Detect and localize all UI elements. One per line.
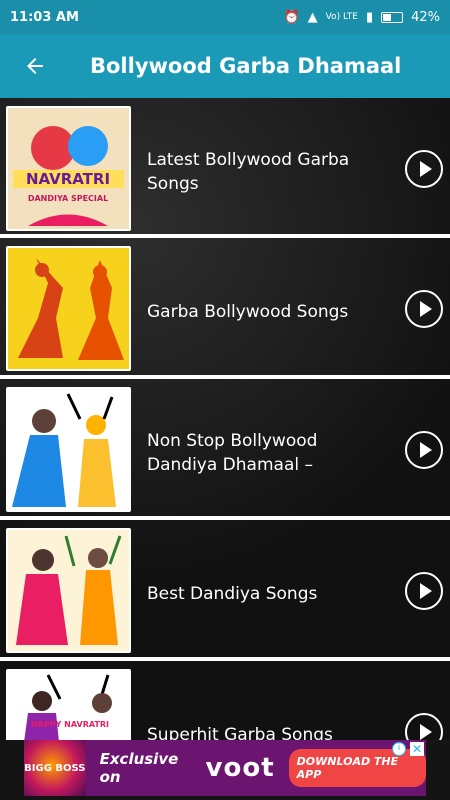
back-button[interactable] [0,34,70,98]
song-list[interactable]: NAVRATRI DANDIYA SPECIAL Latest Bollywoo… [0,98,450,740]
list-item-label: Latest Bollywood Garba Songs [147,150,350,194]
alarm-icon: ⏰ [283,9,300,25]
page-title: Bollywood Garba Dhamaal [90,54,402,78]
battery-icon [381,11,404,23]
battery-percent: 42% [411,9,440,25]
list-item-label: Best Dandiya Songs [147,584,318,604]
thumbnail-image [6,387,131,512]
list-item-label: Garba Bollywood Songs [147,302,349,322]
ad-banner[interactable]: BIGG BOSS Exclusive on voot DOWNLOAD THE… [24,740,426,796]
list-item[interactable]: HAPPY NAVRATRI Superhit Garba Songs [0,661,450,740]
list-item[interactable]: Non Stop Bollywood Dandiya Dhamaal – [0,379,450,514]
network-label: Vo) LTE [325,12,358,22]
thumbnail-image [6,528,131,653]
thumbnail-image: NAVRATRI DANDIYA SPECIAL [6,106,131,231]
status-time: 11:03 AM [10,9,79,25]
wifi-icon: ▲ [307,9,318,25]
play-button[interactable] [405,572,443,610]
thumbnail-image [6,246,131,371]
ad-text: Exclusive on [99,750,179,786]
status-bar: 11:03 AM ⏰ ▲ Vo) LTE ▮ 42% [0,0,450,34]
ad-brand: voot [205,753,275,783]
ad-close-icon[interactable]: ✕ [410,742,424,756]
thumb-title: NAVRATRI [26,170,110,188]
list-item[interactable]: Best Dandiya Songs [0,520,450,655]
play-button[interactable] [405,431,443,469]
thumbnail-image: HAPPY NAVRATRI [6,669,131,740]
list-item-label: Superhit Garba Songs [147,725,333,740]
list-item-label: Non Stop Bollywood Dandiya Dhamaal – [147,431,318,475]
ad-info-icon[interactable]: i [392,742,406,756]
play-button[interactable] [405,150,443,188]
play-button[interactable] [405,290,443,328]
list-item[interactable]: NAVRATRI DANDIYA SPECIAL Latest Bollywoo… [0,98,450,233]
signal-icon: ▮ [365,9,374,25]
thumb-subtitle: DANDIYA SPECIAL [28,194,108,203]
download-app-button[interactable]: DOWNLOAD THE APP [288,749,426,787]
thumb-title: HAPPY NAVRATRI [31,720,109,729]
list-item[interactable]: Garba Bollywood Songs [0,238,450,373]
arrow-back-icon [27,58,43,74]
bigg-boss-logo: BIGG BOSS [24,740,86,796]
app-bar: Bollywood Garba Dhamaal [0,34,450,98]
play-button[interactable] [405,713,443,740]
status-icons: ⏰ ▲ Vo) LTE ▮ 42% [283,10,440,25]
